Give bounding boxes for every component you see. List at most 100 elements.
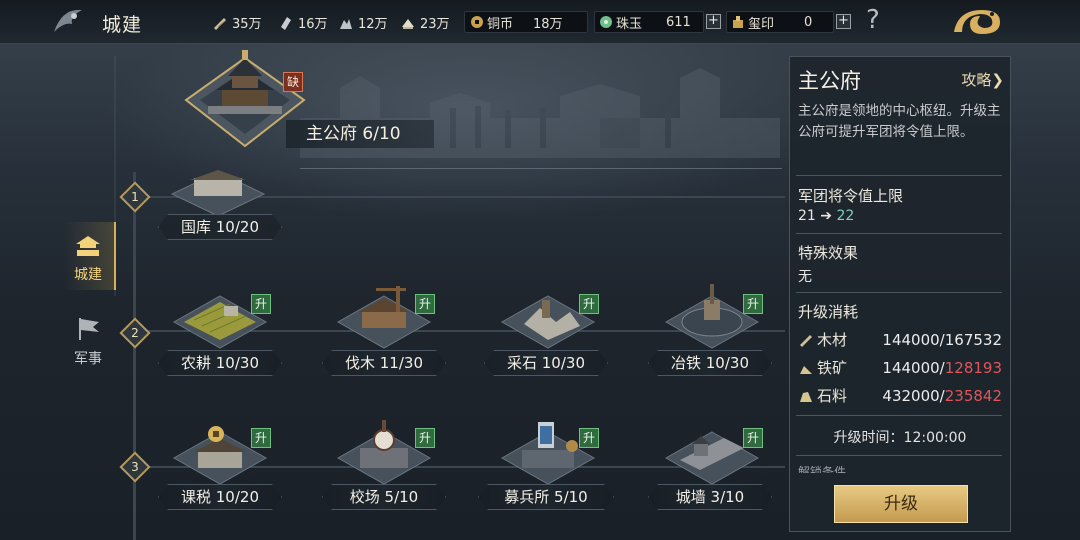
guide-label: 攻略	[961, 71, 992, 89]
seal-value: 0	[804, 14, 813, 30]
main-building-label[interactable]: 主公府 6/10	[286, 120, 434, 148]
tab-military-label: 军事	[74, 351, 102, 367]
treasury-building-image[interactable]	[168, 170, 268, 216]
upgrade-badge-training-ground: 升	[415, 428, 435, 448]
stat-value: 21 ➔ 22	[798, 208, 854, 224]
copper-pill: 铜币 18万	[464, 11, 588, 33]
cost-name: 铁矿	[817, 359, 848, 377]
seal-pill: 玺印 0	[726, 11, 834, 33]
unlock-conditions-heading: 解锁条件	[798, 465, 847, 473]
dragon-back-icon[interactable]	[948, 2, 1006, 42]
wood-icon	[214, 17, 226, 30]
guide-link[interactable]: 攻略❯	[961, 69, 1004, 90]
grain-value: 23万	[420, 17, 450, 32]
upgrade-badge-recruitment: 升	[579, 428, 599, 448]
building-label-farm[interactable]: 农耕 10/30	[158, 350, 282, 376]
wood-icon	[800, 334, 812, 347]
copper-coin-icon	[471, 16, 483, 28]
copper-label: 铜币	[487, 16, 514, 32]
building-label-lumber[interactable]: 伐木 11/30	[322, 350, 446, 376]
jade-add-button[interactable]: +	[706, 14, 721, 29]
top-bar: 城建 35万 16万 12万 23万 铜币 18万 珠玉 611 + 玺印 0 …	[0, 0, 1080, 44]
cost-row-stone: 石料 432000/235842	[798, 385, 1004, 406]
upgrade-badge-lumber: 升	[415, 294, 435, 314]
jade-value: 611	[666, 14, 691, 30]
tech-tree-line	[133, 172, 136, 540]
iron-icon	[281, 16, 291, 30]
stone-icon	[800, 391, 812, 402]
building-detail-panel: 主公府 攻略❯ 主公府是领地的中心枢纽。升级主公府可提升军团将令值上限。 军团将…	[789, 56, 1011, 532]
grain-icon	[402, 18, 414, 29]
stat-from: 21	[798, 208, 816, 224]
cost-row-wood: 木材 144000/167532	[798, 329, 1004, 350]
divider	[796, 292, 1002, 293]
cost-heading: 升级消耗	[798, 303, 859, 321]
building-label-quarry[interactable]: 采石 10/30	[484, 350, 608, 376]
panel-description: 主公府是领地的中心枢纽。升级主公府可提升军团将令值上限。	[798, 103, 1001, 140]
cost-need: 235842	[944, 386, 1002, 405]
panel-title: 主公府	[798, 69, 861, 93]
cost-have: 432000	[882, 386, 940, 405]
upgrade-badge-farm: 升	[251, 294, 271, 314]
divider	[796, 175, 1002, 176]
page-title: 城建	[102, 14, 143, 36]
upgrade-badge-quarry: 升	[579, 294, 599, 314]
stone-value: 12万	[358, 17, 388, 32]
chevron-right-icon: ❯	[991, 71, 1004, 89]
copper-value: 18万	[533, 16, 563, 32]
help-icon[interactable]: ?	[866, 5, 880, 35]
city-icon	[76, 236, 100, 256]
tier-number: 2	[131, 326, 139, 340]
effect-heading: 特殊效果	[798, 244, 859, 262]
cost-need: 167532	[944, 330, 1002, 349]
divider	[796, 415, 1002, 416]
cost-have: 144000	[882, 330, 940, 349]
cost-name: 石料	[817, 387, 848, 405]
building-label-ironworks[interactable]: 冶铁 10/30	[648, 350, 772, 376]
upgrade-button[interactable]: 升级	[834, 485, 968, 523]
cost-need: 128193	[944, 358, 1002, 377]
iron-icon	[800, 365, 812, 374]
tier-number: 1	[131, 190, 139, 204]
wood-value: 35万	[232, 17, 262, 32]
jade-icon	[600, 16, 612, 28]
cost-have: 144000	[882, 358, 940, 377]
seal-icon	[733, 16, 743, 28]
tab-military[interactable]: 军事	[64, 316, 112, 368]
stone-icon	[340, 18, 352, 29]
tab-city[interactable]: 城建	[64, 234, 112, 284]
ironworks-building-image[interactable]	[664, 282, 760, 350]
emblem-icon	[54, 9, 82, 32]
grain-resource: 23万	[400, 13, 450, 32]
iron-value: 16万	[298, 17, 328, 32]
tier-number: 3	[131, 460, 139, 474]
seal-add-button[interactable]: +	[836, 14, 851, 29]
jade-pill: 珠玉 611	[594, 11, 704, 33]
cost-name: 木材	[817, 331, 848, 349]
effect-value: 无	[798, 269, 812, 285]
flag-icon	[79, 318, 99, 340]
stone-resource: 12万	[338, 13, 388, 32]
upgrade-badge-tax: 升	[251, 428, 271, 448]
cost-row-iron: 铁矿 144000/128193	[798, 357, 1004, 378]
upgrade-badge-city-wall: 升	[743, 428, 763, 448]
building-label-city-wall[interactable]: 城墙 3/10	[648, 484, 772, 510]
building-label-tax[interactable]: 课税 10/20	[158, 484, 282, 510]
stat-heading: 军团将令值上限	[798, 187, 904, 205]
wood-resource: 35万	[212, 13, 262, 32]
iron-resource: 16万	[278, 13, 328, 32]
tab-city-label: 城建	[74, 267, 102, 283]
main-building-shortage-badge: 缺	[283, 72, 303, 92]
upgrade-badge-ironworks: 升	[743, 294, 763, 314]
stat-to: 22	[836, 208, 855, 224]
divider	[796, 233, 1002, 234]
arrow-right-icon: ➔	[820, 208, 833, 224]
jade-label: 珠玉	[616, 16, 643, 32]
building-label-treasury[interactable]: 国库 10/20	[158, 214, 282, 240]
seal-label: 玺印	[748, 16, 775, 32]
upgrade-time: 升级时间：12:00:00	[833, 430, 967, 446]
building-label-training-ground[interactable]: 校场 5/10	[322, 484, 446, 510]
building-label-recruitment[interactable]: 募兵所 5/10	[478, 484, 614, 510]
main-building-divider	[300, 168, 782, 169]
divider	[796, 455, 1002, 456]
